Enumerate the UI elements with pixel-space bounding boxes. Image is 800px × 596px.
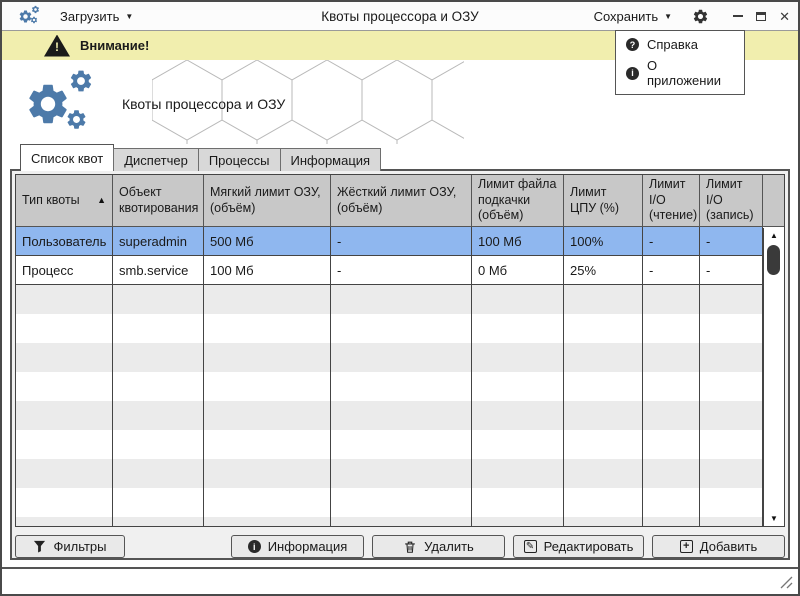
column-header-quota-object[interactable]: Объект квотирования (113, 175, 204, 226)
header-scroll-gap (763, 175, 784, 226)
empty-table-row (16, 517, 763, 527)
cell-io-write: - (700, 256, 763, 284)
filters-button[interactable]: Фильтры (15, 535, 125, 558)
title-bar: Загрузить ▼ Квоты процессора и ОЗУ Сохра… (2, 2, 798, 31)
chevron-down-icon: ▼ (125, 12, 133, 21)
empty-table-row (16, 488, 763, 517)
empty-table-row (16, 314, 763, 343)
vertical-scrollbar[interactable]: ▲ ▼ (763, 228, 784, 526)
settings-gear-icon[interactable] (692, 8, 709, 25)
tab-dispatcher[interactable]: Диспетчер (113, 148, 199, 171)
plus-icon (680, 540, 693, 553)
settings-dropdown-menu: ? Справка i О приложении (615, 30, 745, 95)
trash-icon (403, 540, 417, 554)
quota-table: Тип квоты ▲ Объект квотирования Мягкий л… (15, 174, 785, 527)
menu-item-help-label: Справка (647, 37, 698, 52)
app-logo-gears-icon (18, 5, 44, 27)
info-icon: i (626, 67, 639, 80)
column-header-cpu-limit[interactable]: Лимит ЦПУ (%) (564, 175, 643, 226)
menu-item-about-label: О приложении (647, 58, 734, 88)
empty-table-row (16, 343, 763, 372)
filter-icon (33, 540, 46, 553)
cell-soft-ram: 500 Мб (204, 227, 331, 255)
cell-io-read: - (643, 227, 700, 255)
save-button[interactable]: Сохранить ▼ (594, 9, 673, 24)
cell-hard-ram: - (331, 256, 472, 284)
column-header-soft-ram-limit[interactable]: Мягкий лимит ОЗУ, (объём) (204, 175, 331, 226)
app-window: Загрузить ▼ Квоты процессора и ОЗУ Сохра… (0, 0, 800, 596)
cell-quota-type: Пользователь (16, 227, 113, 255)
delete-button[interactable]: Удалить (372, 535, 505, 558)
cell-cpu: 25% (564, 256, 643, 284)
help-icon: ? (626, 38, 639, 51)
empty-table-row (16, 430, 763, 459)
cell-quota-type: Процесс (16, 256, 113, 284)
menu-item-about[interactable]: i О приложении (616, 55, 744, 91)
cell-soft-ram: 100 Мб (204, 256, 331, 284)
edit-button[interactable]: ✎ Редактировать (513, 535, 644, 558)
scrollbar-thumb[interactable] (767, 245, 780, 275)
chevron-down-icon: ▼ (664, 12, 672, 21)
tab-quota-list[interactable]: Список квот (20, 144, 114, 171)
page-title: Квоты процессора и ОЗУ (122, 96, 285, 112)
cell-io-read: - (643, 256, 700, 284)
close-button[interactable]: ✕ (779, 10, 790, 23)
cell-swap: 0 Мб (472, 256, 564, 284)
edit-icon: ✎ (524, 540, 537, 553)
column-header-quota-type[interactable]: Тип квоты ▲ (16, 175, 113, 226)
action-button-row: Фильтры i Информация Удалить ✎ Редактиро… (15, 535, 785, 558)
information-button[interactable]: i Информация (231, 535, 364, 558)
empty-table-row (16, 459, 763, 488)
status-bar (2, 567, 798, 594)
column-header-io-read-limit[interactable]: Лимит I/O (чтение) (643, 175, 700, 226)
sort-asc-icon: ▲ (97, 195, 106, 206)
cell-hard-ram: - (331, 227, 472, 255)
cell-io-write: - (700, 227, 763, 255)
cell-quota-object: superadmin (113, 227, 204, 255)
load-label: Загрузить (60, 9, 119, 24)
tab-bar: Список квот Диспетчер Процессы Информаци… (2, 146, 798, 171)
cell-swap: 100 Мб (472, 227, 564, 255)
tab-information[interactable]: Информация (280, 148, 382, 171)
app-logo-gears-icon (24, 68, 116, 138)
column-header-swap-limit[interactable]: Лимит файла подкачки (объём) (472, 175, 564, 226)
cell-quota-object: smb.service (113, 256, 204, 284)
resize-grip-icon[interactable] (780, 576, 793, 589)
empty-rows-area (16, 285, 784, 527)
warning-text: Внимание! (80, 38, 149, 53)
column-header-io-write-limit[interactable]: Лимит I/O (запись) (700, 175, 763, 226)
scroll-down-icon[interactable]: ▼ (764, 511, 784, 526)
column-header-hard-ram-limit[interactable]: Жёсткий лимит ОЗУ, (объём) (331, 175, 472, 226)
menu-item-help[interactable]: ? Справка (616, 34, 744, 55)
table-header-row: Тип квоты ▲ Объект квотирования Мягкий л… (16, 175, 784, 227)
load-button[interactable]: Загрузить ▼ (60, 9, 133, 24)
minimize-button[interactable] (733, 15, 743, 17)
info-icon: i (248, 540, 261, 553)
table-row-selected[interactable]: Пользователь superadmin 500 Мб - 100 Мб … (16, 227, 763, 256)
scroll-up-icon[interactable]: ▲ (764, 228, 784, 243)
add-button[interactable]: Добавить (652, 535, 785, 558)
save-label: Сохранить (594, 9, 659, 24)
quota-list-panel: Тип квоты ▲ Объект квотирования Мягкий л… (10, 169, 790, 560)
empty-table-row (16, 372, 763, 401)
empty-table-row (16, 285, 763, 314)
empty-table-row (16, 401, 763, 430)
cell-cpu: 100% (564, 227, 643, 255)
tab-processes[interactable]: Процессы (198, 148, 281, 171)
table-row[interactable]: Процесс smb.service 100 Мб - 0 Мб 25% - … (16, 256, 763, 285)
maximize-button[interactable] (756, 12, 766, 21)
warning-icon: ! (44, 35, 70, 57)
